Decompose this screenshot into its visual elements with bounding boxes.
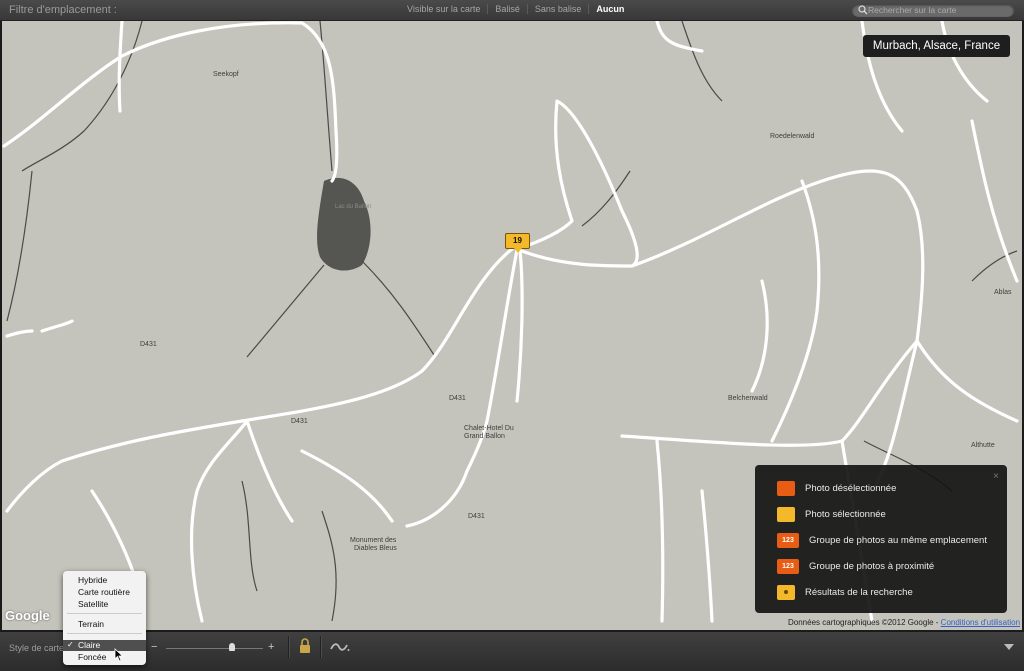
copyright-text: Données cartographiques ©2012 Google - — [788, 618, 939, 627]
panel-menu-chevron-down-icon[interactable] — [1004, 644, 1014, 650]
menu-item-satellite[interactable]: Satellite — [78, 599, 108, 609]
legend-item-search: Résultats de la recherche — [777, 583, 913, 601]
google-logo: Google — [5, 608, 50, 623]
photo-cluster-marker[interactable]: 19 — [505, 233, 530, 253]
legend-close-icon[interactable]: × — [993, 471, 999, 482]
filter-label: Filtre d'emplacement : — [9, 4, 117, 16]
map-view[interactable]: Seekopf Lac du Ballon Roedelenwald Ablas… — [2, 21, 1022, 630]
lake-shape — [317, 177, 371, 271]
label-althutte: Althutte — [971, 442, 995, 449]
toolbar-divider — [288, 636, 290, 658]
lock-icon[interactable] — [299, 638, 311, 654]
legend-item-cluster-same: 123 Groupe de photos au même emplacement — [777, 531, 987, 549]
filter-options: Visible sur la carte Balisé Sans balise … — [400, 4, 631, 14]
zoom-slider[interactable] — [166, 648, 263, 649]
legend-label: Groupe de photos au même emplacement — [809, 534, 987, 546]
terms-link[interactable]: Conditions d'utilisation — [941, 618, 1020, 627]
menu-item-label: Claire — [78, 640, 101, 650]
tracklog-icon[interactable] — [330, 641, 350, 653]
yellow-marker-icon — [777, 506, 795, 522]
label-belchenwald: Belchenwald — [728, 395, 768, 402]
orange-marker-icon — [777, 480, 795, 496]
label-chalet-1: Chalet-Hotel Du — [464, 425, 514, 432]
label-d431-a: D431 — [140, 341, 157, 348]
map-copyright: Données cartographiques ©2012 Google - C… — [788, 618, 1020, 627]
label-chalet-2: Grand Ballon — [464, 433, 505, 440]
menu-item-road[interactable]: Carte routière — [78, 587, 130, 597]
cluster-same-icon: 123 — [777, 532, 799, 548]
menu-divider — [67, 613, 142, 614]
label-d431-c: D431 — [291, 418, 308, 425]
legend-item-cluster-near: 123 Groupe de photos à proximité — [777, 557, 934, 575]
label-monument-2: Diables Bleus — [354, 545, 397, 552]
label-d431-b: D431 — [449, 395, 466, 402]
zoom-out-button[interactable]: − — [151, 641, 157, 653]
legend-label: Photo désélectionnée — [805, 482, 897, 494]
menu-item-dark[interactable]: Foncée — [78, 652, 106, 662]
filter-toolbar: Filtre d'emplacement : Visible sur la ca… — [0, 0, 1024, 21]
cluster-near-icon: 123 — [777, 558, 799, 574]
label-roedelenwald: Roedelenwald — [770, 133, 815, 140]
map-legend: × Photo désélectionnée Photo sélectionné… — [755, 465, 1007, 613]
filter-none[interactable]: Aucun — [588, 4, 631, 14]
map-style-label[interactable]: Style de carte — [9, 643, 64, 653]
check-icon: ✓ — [67, 640, 74, 649]
map-search-input[interactable]: Rechercher sur la carte — [852, 4, 1014, 17]
legend-item-deselected: Photo désélectionnée — [777, 479, 896, 497]
search-placeholder: Rechercher sur la carte — [868, 5, 957, 15]
mouse-pointer-icon — [114, 648, 124, 662]
filter-untagged[interactable]: Sans balise — [526, 4, 589, 14]
legend-label: Photo sélectionnée — [805, 508, 886, 520]
label-d431-d: D431 — [468, 513, 485, 520]
legend-label: Groupe de photos à proximité — [809, 560, 935, 572]
menu-item-hybrid[interactable]: Hybride — [78, 575, 107, 585]
legend-label: Résultats de la recherche — [805, 586, 913, 598]
zoom-in-button[interactable]: + — [268, 641, 274, 653]
search-result-icon — [777, 584, 795, 600]
location-badge: Murbach, Alsace, France — [863, 35, 1010, 57]
zoom-slider-thumb[interactable] — [228, 643, 235, 651]
map-toolbar: Style de carte − + — [0, 631, 1024, 671]
map-style-menu: Hybride Carte routière Satellite Terrain… — [63, 571, 146, 665]
label-lake: Lac du Ballon — [335, 204, 372, 210]
filter-visible[interactable]: Visible sur la carte — [400, 4, 487, 14]
label-monument-1: Monument des — [350, 537, 397, 544]
search-icon — [858, 5, 868, 15]
filter-tagged[interactable]: Balisé — [487, 4, 527, 14]
menu-item-terrain[interactable]: Terrain — [78, 619, 104, 629]
label-seekopf: Seekopf — [213, 71, 239, 78]
menu-item-light[interactable]: ✓ Claire — [63, 640, 146, 651]
menu-divider — [67, 633, 142, 634]
toolbar-divider — [320, 636, 322, 658]
legend-item-selected: Photo sélectionnée — [777, 505, 886, 523]
label-ablas: Ablas — [994, 289, 1012, 296]
